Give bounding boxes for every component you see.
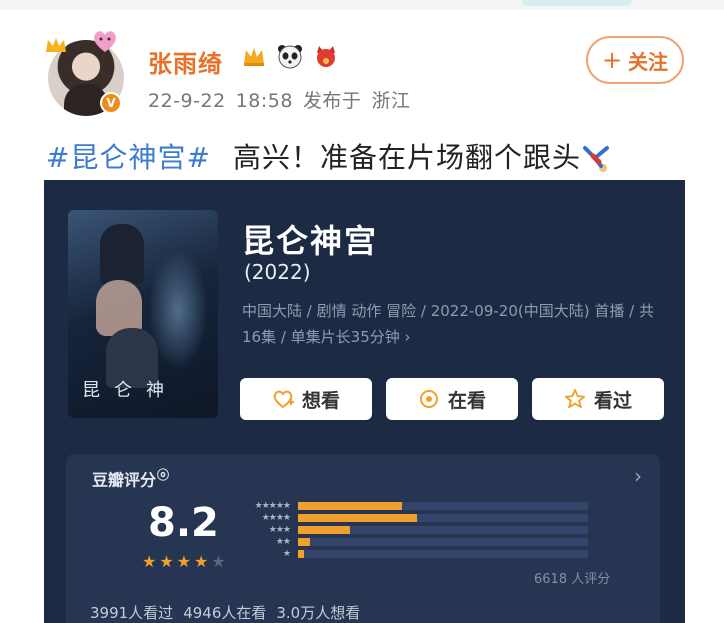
watching-button[interactable]: 在看 — [386, 378, 518, 420]
heart-plus-icon — [272, 388, 294, 410]
distribution-stars: ★★★★★ — [254, 501, 291, 511]
watching-label: 在看 — [447, 389, 486, 412]
distribution-row: ★★★ — [236, 524, 596, 536]
want-to-watch-button[interactable]: 想看 — [240, 378, 372, 420]
post-meta: 22-9-22 18:58 发布于 浙江 — [148, 86, 420, 113]
distribution-row: ★★★★ — [236, 512, 596, 524]
post-location: 浙江 — [371, 90, 411, 112]
watched-label: 看过 — [593, 389, 632, 412]
watched-count: 3991人看过 — [90, 604, 174, 622]
crown-icon[interactable] — [240, 42, 268, 70]
want-count: 3.0万人想看 — [276, 604, 361, 622]
rating-stars: ★ ★ ★ ★ ★ — [142, 552, 226, 571]
movie-year: (2022) — [244, 260, 311, 284]
watched-button[interactable]: 看过 — [532, 378, 664, 420]
distribution-bar — [298, 514, 417, 522]
distribution-stars: ★★★ — [268, 525, 291, 535]
post-time: 18:58 — [235, 90, 293, 112]
action-buttons: 想看 在看 看过 — [240, 378, 664, 420]
star-filled-icon: ★ — [159, 552, 174, 571]
want-label: 想看 — [301, 389, 340, 412]
movie-poster[interactable]: 昆仑神 — [68, 210, 218, 418]
post-date: 22-9-22 — [148, 90, 226, 112]
raters-count: 6618 人评分 — [534, 572, 611, 587]
star-filled-icon: ★ — [142, 552, 157, 571]
rating-distribution: ★★★★★ ★★★★ ★★★ ★★ ★ — [236, 500, 596, 560]
plus-icon: + — [601, 46, 623, 74]
distribution-track — [298, 526, 588, 534]
post-text: #昆仑神宫# 高兴！准备在片场翻个跟头 — [46, 136, 615, 176]
distribution-bar — [298, 550, 304, 558]
user-badges — [240, 42, 340, 70]
crown-badge-icon — [46, 38, 66, 52]
star-filled-icon: ★ — [194, 552, 209, 571]
distribution-bar — [298, 538, 310, 546]
published-label: 发布于 — [302, 90, 362, 112]
watching-count: 4946人在看 — [183, 604, 267, 622]
rating-label-text: 豆瓣评分 — [92, 470, 157, 490]
lucky-cat-icon[interactable] — [312, 42, 340, 70]
distribution-track — [298, 502, 588, 510]
star-outline-icon — [564, 388, 586, 410]
distribution-stars: ★★ — [275, 537, 291, 547]
post-body: 高兴！准备在片场翻个跟头 — [232, 141, 581, 174]
movie-title[interactable]: 昆仑神宫 — [242, 216, 378, 262]
movie-card[interactable]: 昆仑神 昆仑神宫 (2022) 中国大陆 / 剧情 动作 冒险 / 2022-0… — [44, 180, 685, 623]
distribution-row: ★ — [236, 548, 596, 560]
watch-stats: 3991人看过 4946人在看 3.0万人想看 — [90, 602, 370, 623]
verified-icon: V — [100, 92, 122, 114]
distribution-track — [298, 550, 588, 558]
poster-figure — [100, 224, 144, 284]
topic-link[interactable]: #昆仑神宫# — [46, 141, 211, 174]
heart-badge-icon — [94, 31, 116, 52]
follow-button[interactable]: + 关注 — [586, 36, 684, 84]
top-strip — [0, 0, 724, 10]
distribution-track — [298, 514, 588, 522]
panda-icon[interactable] — [276, 42, 304, 70]
rating-panel[interactable]: 豆瓣评分ⓞ › 8.2 ★ ★ ★ ★ ★ ★★★★★ ★★★★ ★★★ ★★ ★ 6618 人… — [66, 454, 660, 623]
top-strip-accent — [522, 0, 632, 6]
star-empty-icon: ★ — [211, 552, 226, 571]
rating-label: 豆瓣评分ⓞ — [92, 466, 169, 490]
chevron-right-icon[interactable]: › — [634, 464, 642, 488]
follow-label: 关注 — [628, 49, 669, 74]
distribution-bar — [298, 526, 351, 534]
rating-score: 8.2 — [148, 500, 219, 546]
info-icon[interactable]: ⓞ — [157, 468, 169, 482]
watching-icon — [418, 388, 440, 410]
distribution-stars: ★★★★ — [261, 513, 291, 523]
distribution-bar — [298, 502, 403, 510]
username[interactable]: 张雨绮 — [148, 44, 223, 79]
distribution-row: ★★ — [236, 536, 596, 548]
distribution-stars: ★ — [282, 549, 291, 559]
movie-info[interactable]: 中国大陆 / 剧情 动作 冒险 / 2022-09-20(中国大陆) 首播 / … — [242, 298, 654, 350]
distribution-track — [298, 538, 588, 546]
cartwheel-emoji-icon — [582, 146, 609, 172]
star-filled-icon: ★ — [176, 552, 192, 571]
poster-title: 昆仑神 — [82, 380, 178, 401]
distribution-row: ★★★★★ — [236, 500, 596, 512]
